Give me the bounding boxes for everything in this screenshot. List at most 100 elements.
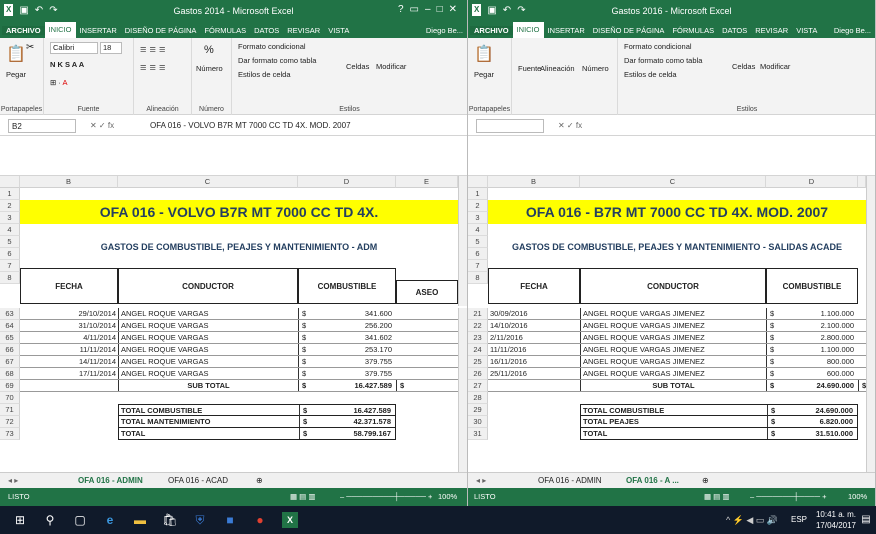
currency-cell[interactable]: $ [298, 308, 312, 319]
row-header[interactable]: 72 [0, 416, 20, 428]
row-header[interactable]: 3 [468, 212, 488, 224]
row-header[interactable]: 1 [0, 188, 20, 200]
subtotal-label[interactable]: SUB TOTAL [118, 380, 298, 391]
table-row[interactable]: 2/11/2016 ANGEL ROQUE VARGAS JIMENEZ $2.80… [488, 332, 866, 344]
user-name[interactable]: Diego Be... [830, 26, 875, 35]
currency-cell[interactable]: $ [299, 416, 313, 427]
currency-cell[interactable]: $ [298, 368, 312, 379]
total-row[interactable]: TOTAL PEAJES $6.820.000 [580, 416, 858, 428]
add-sheet-icon[interactable]: ⊕ [702, 473, 709, 488]
subtitle[interactable]: GASTOS DE COMBUSTIBLE, PEAJES Y MANTENIM… [20, 236, 458, 258]
spreadsheet-grid[interactable]: B C D E 1 2 3 4 5 6 7 8 63 29/10/2014 ANGEL ROQUE … [0, 176, 467, 472]
date-cell[interactable]: 4/11/2014 [22, 332, 116, 343]
modify-button[interactable]: Modificar [760, 62, 790, 71]
total-label[interactable]: TOTAL MANTENIMIENTO [121, 416, 297, 427]
amount-cell[interactable]: 600.000 [780, 368, 854, 379]
cell-styles-button[interactable]: Estilos de celda [238, 70, 291, 79]
format-as-table-button[interactable]: Dar formato como tabla [238, 56, 316, 65]
total-amount[interactable]: 31.510.000 [781, 428, 853, 439]
amount-cell[interactable]: 2.100.000 [780, 320, 854, 331]
tab-diseno[interactable]: DISEÑO DE PÁGINA [121, 26, 201, 35]
table-row[interactable]: 29/10/2014 ANGEL ROQUE VARGAS $341.600 [20, 308, 458, 320]
driver-cell[interactable]: ANGEL ROQUE VARGAS [118, 332, 298, 343]
currency-cell[interactable]: $ [766, 356, 780, 367]
cut-icon[interactable]: ✂ [26, 42, 34, 53]
header-combustible[interactable]: COMBUSTIBLE [298, 268, 396, 304]
table-row[interactable]: 14/11/2014 ANGEL ROQUE VARGAS $379.755 [20, 356, 458, 368]
column-header[interactable]: D [298, 176, 396, 188]
date-cell[interactable]: 30/09/2016 [490, 308, 578, 319]
media-icon[interactable]: ■ [222, 512, 238, 528]
font-size-select[interactable]: 18 [100, 42, 122, 54]
total-row[interactable]: TOTAL COMBUSTIBLE $16.427.589 [118, 404, 396, 416]
name-box[interactable]: B2 [8, 119, 76, 133]
notifications-icon[interactable]: ▤ [858, 512, 874, 528]
search-icon[interactable]: ⚲ [42, 512, 58, 528]
amount-cell[interactable]: 1.100.000 [780, 308, 854, 319]
cell-styles-button[interactable]: Estilos de celda [624, 70, 677, 79]
amount-cell[interactable]: 341.602 [312, 332, 392, 343]
chrome-icon[interactable]: ● [252, 512, 268, 528]
paste-icon[interactable]: 📋 [474, 44, 494, 64]
paste-icon[interactable]: 📋 [6, 44, 26, 64]
total-row[interactable]: TOTAL COMBUSTIBLE $24.690.000 [580, 404, 858, 416]
currency-cell[interactable]: $ [766, 332, 780, 343]
row-header[interactable]: 5 [0, 236, 20, 248]
driver-cell[interactable]: ANGEL ROQUE VARGAS JIMENEZ [580, 344, 766, 355]
column-header[interactable] [858, 176, 866, 188]
header-fecha[interactable]: FECHA [20, 268, 118, 304]
total-amount[interactable]: 6.820.000 [781, 416, 853, 427]
start-icon[interactable]: ⊞ [12, 512, 28, 528]
column-header[interactable]: E [396, 176, 458, 188]
row-header[interactable]: 29 [468, 404, 488, 416]
column-header[interactable]: B [488, 176, 580, 188]
row-header[interactable]: 65 [0, 332, 20, 344]
sheet-tab-admin[interactable]: OFA 016 - ADMIN [538, 473, 602, 488]
driver-cell[interactable]: ANGEL ROQUE VARGAS [118, 356, 298, 367]
row-header[interactable]: 21 [468, 308, 488, 320]
clock[interactable]: 10:41 a. m. 17/04/2017 [814, 509, 858, 531]
header-combustible[interactable]: COMBUSTIBLE [766, 268, 858, 304]
date-cell[interactable]: 25/11/2016 [490, 368, 578, 379]
currency-cell[interactable]: $ [298, 380, 312, 391]
row-header[interactable]: 22 [468, 320, 488, 332]
total-amount[interactable]: 24.690.000 [781, 405, 853, 416]
header-conductor[interactable]: CONDUCTOR [580, 268, 766, 304]
row-header[interactable]: 73 [0, 428, 20, 440]
row-header[interactable]: 3 [0, 212, 20, 224]
edge-browser-icon[interactable]: e [102, 512, 118, 528]
cells-button[interactable]: Celdas [346, 62, 369, 71]
window-controls[interactable]: ?▭–□✕ [398, 4, 463, 15]
date-cell[interactable]: 17/11/2014 [22, 368, 116, 379]
tab-revisar[interactable]: REVISAR [751, 26, 792, 35]
vertical-scrollbar-top[interactable] [458, 176, 467, 306]
tab-inicio[interactable]: INICIO [44, 22, 76, 38]
row-header[interactable]: 2 [0, 200, 20, 212]
column-header[interactable]: C [118, 176, 298, 188]
modify-button[interactable]: Modificar [376, 62, 406, 71]
tab-archivo[interactable]: ARCHIVO [470, 25, 513, 35]
driver-cell[interactable]: ANGEL ROQUE VARGAS [118, 320, 298, 331]
row-header[interactable]: 7 [468, 260, 488, 272]
table-row[interactable]: 14/10/2016 ANGEL ROQUE VARGAS JIMENEZ $2.1… [488, 320, 866, 332]
row-header[interactable]: 8 [0, 272, 20, 284]
date-cell[interactable]: 31/10/2014 [22, 320, 116, 331]
row-header[interactable]: 4 [0, 224, 20, 236]
tab-vista[interactable]: VISTA [792, 26, 821, 35]
row-header[interactable]: 31 [468, 428, 488, 440]
tab-datos[interactable]: DATOS [250, 26, 283, 35]
number-format-button[interactable]: Número [196, 64, 223, 73]
sheet-nav-icon[interactable]: ◂ ▸ [476, 473, 486, 488]
amount-cell[interactable]: 256.200 [312, 320, 392, 331]
task-view-icon[interactable]: ▢ [72, 512, 88, 528]
row-header[interactable]: 30 [468, 416, 488, 428]
currency-cell[interactable]: $ [767, 428, 781, 439]
format-as-table-button[interactable]: Dar formato como tabla [624, 56, 702, 65]
currency-cell[interactable]: $ [299, 405, 313, 416]
tab-formulas[interactable]: FÓRMULAS [668, 26, 718, 35]
cells-button[interactable]: Celdas [732, 62, 755, 71]
driver-cell[interactable]: ANGEL ROQUE VARGAS JIMENEZ [580, 308, 766, 319]
row-header[interactable]: 71 [0, 404, 20, 416]
name-box[interactable] [476, 119, 544, 133]
subtotal-label[interactable]: SUB TOTAL [580, 380, 766, 391]
